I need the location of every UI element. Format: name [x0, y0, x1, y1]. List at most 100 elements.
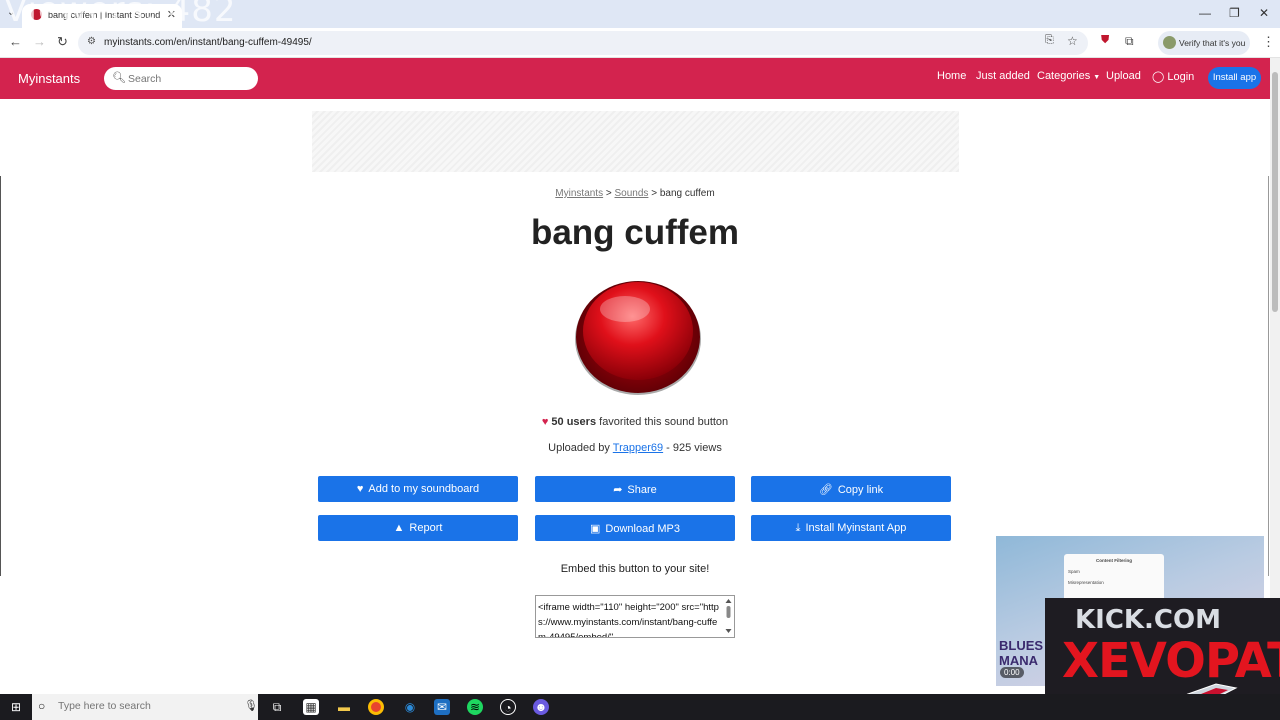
browser-toolbar: ← → ↻ ⚙ myinstants.com/en/instant/bang-c…: [0, 28, 1280, 58]
back-icon[interactable]: ←: [9, 34, 22, 49]
mana-line: MANA: [999, 653, 1038, 668]
profile-avatar-icon: [1163, 36, 1176, 49]
windows-taskbar: ⊞ ○ 🎙︎ ⧉ ▦ ▬ ◉ ✉ ≋ ◔ ☻: [0, 694, 1280, 720]
browser-tab[interactable]: bang cuffem | Instant Sound ✕: [22, 4, 182, 28]
tab-favicon-icon: [31, 9, 42, 20]
tab-close-icon[interactable]: ✕: [167, 8, 176, 21]
nav-categories-label: Categories: [1037, 70, 1091, 82]
install-app-button[interactable]: Install app: [1208, 67, 1261, 89]
copy-link-button[interactable]: 🔗︎ Copy link: [751, 476, 951, 502]
favorites-count: 50 users: [551, 416, 597, 428]
nav-home[interactable]: Home: [937, 70, 966, 82]
copy-link-label: Copy link: [837, 484, 884, 496]
page-scrollbar[interactable]: [1270, 58, 1280, 690]
kick-com-text: KICK.COM: [1075, 605, 1221, 635]
embed-scrollbar[interactable]: [724, 597, 733, 635]
nav-login-label: Login: [1167, 71, 1195, 83]
uploaded-by-label: Uploaded by: [548, 442, 613, 454]
microphone-icon[interactable]: 🎙︎: [244, 699, 258, 712]
verify-profile-button[interactable]: Verify that it's you: [1158, 31, 1250, 55]
warning-icon: ▲: [393, 522, 405, 534]
site-search[interactable]: 🔍︎: [104, 67, 258, 90]
nav-just-added[interactable]: Just added: [976, 70, 1030, 82]
add-to-soundboard-label: Add to my soundboard: [368, 483, 480, 495]
file-explorer-icon[interactable]: ▬: [336, 699, 352, 715]
share-label: Share: [627, 484, 657, 496]
card-row: Misrepresentation: [1068, 580, 1104, 585]
task-view-icon[interactable]: ⧉: [269, 699, 285, 715]
user-circle-icon: ◯: [1152, 71, 1165, 83]
search-icon: 🔍︎: [112, 72, 126, 84]
uploader-link[interactable]: Trapper69: [613, 442, 663, 454]
embed-code-field[interactable]: <iframe width="110" height="200" src="ht…: [535, 595, 735, 638]
reload-icon[interactable]: ↻: [57, 34, 68, 50]
ad-placeholder: [312, 111, 959, 172]
share-button[interactable]: ➦ Share: [535, 476, 735, 502]
breadcrumb-current: bang cuffem: [659, 188, 715, 199]
store-icon[interactable]: ▦: [303, 699, 319, 715]
download-mp3-label: Download MP3: [605, 523, 680, 535]
heart-icon: ♥: [356, 483, 364, 495]
minimize-icon[interactable]: —: [1199, 6, 1211, 20]
extension-shield-icon[interactable]: ⛊: [1101, 34, 1109, 47]
scrollbar-thumb[interactable]: [1272, 72, 1278, 312]
share-icon: ➦: [613, 484, 623, 496]
streamer-name: XEVOPAT: [1062, 633, 1280, 689]
discord-icon[interactable]: ☻: [533, 699, 549, 715]
search-input[interactable]: [128, 71, 248, 86]
search-circle-icon: ○: [38, 699, 46, 713]
restore-icon[interactable]: ❐: [1229, 6, 1240, 20]
upload-info: Uploaded by Trapper69 - 925 views: [0, 442, 1270, 454]
taskbar-search[interactable]: ○ 🎙︎: [32, 694, 258, 720]
address-bar[interactable]: ⚙ myinstants.com/en/instant/bang-cuffem-…: [78, 31, 1088, 55]
report-label: Report: [409, 522, 443, 534]
install-page-icon[interactable]: ⎘: [1045, 34, 1054, 47]
obs-icon[interactable]: ◔: [500, 699, 516, 715]
tab-search-chevron-icon[interactable]: ⌄: [7, 7, 15, 18]
taskbar-search-input[interactable]: [58, 700, 238, 712]
nav-upload[interactable]: Upload: [1106, 70, 1141, 82]
save-icon: ▣: [590, 523, 601, 535]
breadcrumb-myinstants[interactable]: Myinstants: [555, 188, 603, 199]
favorites-text: favorited this sound button: [596, 416, 729, 428]
chrome-icon[interactable]: [368, 699, 384, 715]
download-mp3-button[interactable]: ▣ Download MP3: [535, 515, 735, 541]
page-title: bang cuffem: [530, 213, 740, 252]
heart-icon: ♥: [541, 416, 549, 428]
nav-categories[interactable]: Categories ▼: [1037, 70, 1100, 82]
install-myinstant-app-button[interactable]: ⤓ Install Myinstant App: [751, 515, 951, 541]
favorites-line: ♥ 50 users favorited this sound button: [0, 416, 1270, 428]
card-row: Spam: [1068, 569, 1080, 574]
bookmark-star-icon[interactable]: ☆: [1067, 34, 1078, 48]
nav-login[interactable]: ◯ Login: [1152, 70, 1194, 83]
windows-start-icon[interactable]: ⊞: [8, 699, 24, 715]
blues-line: BLUES: [999, 638, 1044, 653]
browser-menu-icon[interactable]: ⋮: [1262, 34, 1275, 50]
verify-label: Verify that it's you: [1179, 38, 1246, 48]
video-time: 0:00: [1000, 667, 1024, 678]
views-count: - 925 views: [663, 442, 722, 454]
forward-icon[interactable]: →: [33, 34, 46, 49]
breadcrumb-sounds[interactable]: Sounds: [615, 188, 649, 199]
sound-play-button[interactable]: [573, 273, 703, 397]
breadcrumb: Myinstants > Sounds > bang cuffem: [555, 188, 715, 199]
spotify-icon[interactable]: ≋: [467, 699, 483, 715]
tab-title: bang cuffem | Instant Sound: [48, 10, 161, 20]
url-text: myinstants.com/en/instant/bang-cuffem-49…: [104, 37, 312, 48]
edge-icon[interactable]: ◉: [402, 699, 418, 715]
window-close-icon[interactable]: ✕: [1259, 6, 1269, 20]
chevron-down-icon: ▼: [1093, 74, 1101, 81]
link-icon: 🔗︎: [818, 484, 833, 496]
browser-titlebar: ⌄ bang cuffem | Instant Sound ✕ Viewers:…: [0, 0, 1280, 30]
extensions-puzzle-icon[interactable]: ⧉: [1125, 34, 1134, 49]
download-icon: ⤓: [795, 522, 801, 534]
site-info-icon[interactable]: ⚙: [87, 36, 96, 47]
blues-text: BLUES MANA: [999, 638, 1043, 668]
install-myinstant-app-label: Install Myinstant App: [805, 522, 907, 534]
add-to-soundboard-button[interactable]: ♥ Add to my soundboard: [318, 476, 518, 502]
site-header: Myinstants 🔍︎ Home Just added Categories…: [0, 58, 1270, 99]
site-logo[interactable]: Myinstants: [18, 71, 80, 86]
mail-icon[interactable]: ✉: [434, 699, 450, 715]
card-title: Content Filtering: [1096, 558, 1132, 563]
report-button[interactable]: ▲ Report: [318, 515, 518, 541]
